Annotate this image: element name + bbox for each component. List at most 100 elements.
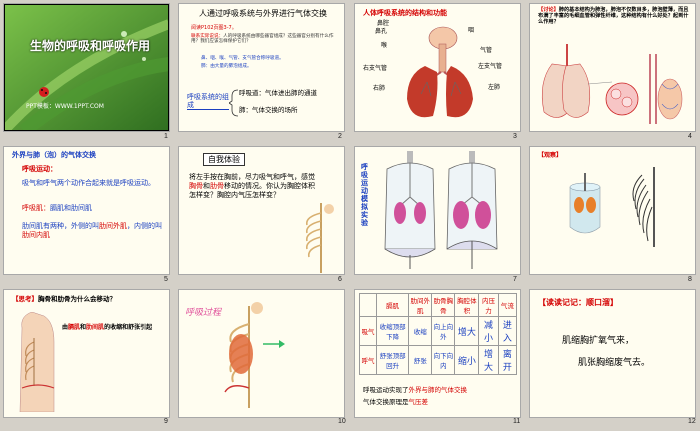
slide-number-3: 3 — [513, 133, 517, 140]
slide-11-footer-1: 呼吸运动实现了外界与肺的气体交换 — [363, 386, 468, 394]
table-cell: 离开 — [497, 345, 518, 375]
slide-1-footer: PPT模板：WWW.1PPT.COM — [26, 103, 104, 110]
slide-number-6: 6 — [338, 276, 342, 283]
slide-11-footer-2: 气体交换原理是气压差 — [363, 398, 429, 406]
table-cell: 增大 — [454, 316, 480, 346]
slide-thumbnail-10[interactable]: 呼吸过程 — [179, 290, 344, 417]
slide-6-t1: 将左手按在胸前，尽力吸气和呼气，感觉 — [189, 173, 315, 181]
slide-3-label-larynx: 喉 — [381, 42, 388, 49]
slide-2-airway: 呼吸道：气体进出肺的通道 — [239, 89, 317, 97]
table-cell: 向上向外 — [431, 316, 456, 346]
slide-thumbnail-6[interactable]: 自我体验 将左手按在胸前，尽力吸气和呼气，感觉胸骨和肋骨移动的情况。你认为胸腔体… — [179, 147, 344, 274]
slide-thumbnail-11[interactable]: 膈肌 肋间外肌 肋骨胸骨 胸腔体积 内压力 气流 吸气 收缩顶部下降 收缩 向上… — [355, 290, 520, 417]
slide-thumbnail-3[interactable]: 人体呼吸系统的结构和功能 鼻腔 鼻孔 咽 喉 气管 右支气管 左支气管 右肺 左… — [355, 4, 520, 131]
slide-11-f4: 气压差 — [408, 398, 429, 406]
slide-3-label-nasal-cavity: 鼻腔 — [377, 20, 390, 27]
table-header-row: 膈肌 肋间外肌 肋骨胸骨 胸腔体积 内压力 气流 — [359, 293, 518, 317]
slide-11-f2: 外界与肺的气体交换 — [408, 386, 468, 394]
table-cell: 舒张顶部回升 — [375, 345, 410, 375]
table-row: 吸气 收缩顶部下降 收缩 向上向外 增大 减小 进入 — [359, 316, 518, 346]
slide-6-t3: 和 — [203, 182, 210, 191]
slide-5-para-2d: 肋间内肌 — [22, 231, 50, 240]
slide-2-bullet-2: 肺：由大量的肺泡组成。 — [201, 64, 252, 69]
slide-9-tag: 【思考】 — [12, 295, 38, 303]
slide-number-9: 9 — [164, 418, 168, 425]
slide-5-para-1: 吸气和呼气两个动作合起来就是呼吸运动。 — [22, 179, 155, 187]
slide-5-heading-2: 呼吸肌：膈肌和肋间肌 — [22, 204, 92, 212]
slide-5-title: 外界与肺（泡）的气体交换 — [12, 151, 96, 159]
slide-3-label-left-bronchus: 左支气管 — [478, 63, 503, 70]
slide-5-heading-2-text: 膈肌和肋间肌 — [50, 204, 92, 212]
slide-5-para-2c: ，内侧的叫 — [127, 222, 162, 230]
table-header: 气流 — [497, 293, 518, 317]
table-header: 胸腔体积 — [454, 293, 480, 317]
slide-5-para-2: 肋间肌有两种，外侧的叫肋间外肌，内侧的叫肋间内肌 — [22, 222, 162, 241]
slide-2-title: 人通过呼吸系统与外界进行气体交换 — [199, 9, 327, 18]
table-header: 膈肌 — [375, 293, 410, 317]
slide-3-label-trachea: 气管 — [480, 47, 493, 54]
slide-9-heading: 【思考】胸骨和肋骨为什么会移动？ — [12, 295, 116, 303]
slide-number-1: 1 — [164, 133, 168, 140]
breathing-comparison-table: 膈肌 肋间外肌 肋骨胸骨 胸腔体积 内压力 气流 吸气 收缩顶部下降 收缩 向上… — [359, 293, 518, 375]
slide-thumbnail-1[interactable]: 生物的呼吸和呼吸作用 PPT模板：WWW.1PPT.COM — [4, 4, 169, 131]
slide-12-line-2: 肌张胸缩废气去。 — [578, 358, 651, 368]
slide-2-lung: 肺：气体交换的场所 — [239, 106, 298, 114]
alveoli-diagram — [541, 44, 683, 124]
table-header: 肋间外肌 — [408, 293, 433, 317]
ribcage-skeleton-image — [305, 203, 334, 273]
slide-1-title: 生物的呼吸和呼吸作用 — [30, 39, 151, 53]
slide-12-line-1: 肌缩胸扩氧气来， — [562, 336, 635, 346]
slide-thumbnail-7[interactable]: 呼吸运动模拟实验 — [355, 147, 520, 274]
observation-model-image — [569, 167, 655, 247]
slide-number-4: 4 — [688, 133, 692, 140]
slide-6-t2: 胸骨 — [189, 182, 203, 191]
slide-12-tag: 【读读记记：顺口溜】 — [538, 298, 618, 307]
slide-2-brace — [229, 89, 239, 117]
slide-11-f3: 气体交换原理是 — [363, 398, 409, 406]
slide-9-a4: 肋间肌 — [86, 324, 105, 331]
slide-11-f1: 呼吸运动实现了 — [363, 386, 409, 394]
slide-5-heading-1: 呼吸运动： — [22, 165, 57, 173]
slide-number-7: 7 — [513, 276, 517, 283]
slide-thumbnail-9[interactable]: 【思考】胸骨和肋骨为什么会移动？ 由膈肌和肋间肌的收缩和舒张引起 — [4, 290, 169, 417]
slide-9-answer: 由膈肌和肋间肌的收缩和舒张引起 — [62, 324, 162, 332]
slide-3-label-pharynx: 咽 — [468, 27, 475, 34]
bell-jar-experiment — [384, 151, 498, 269]
slide-2-subtitle: 阅读P102页图3-7。 — [191, 25, 237, 31]
slide-number-11: 11 — [513, 418, 521, 425]
ladybug-icon — [39, 87, 49, 97]
slide-thumbnail-4[interactable]: 【讨论】肺的基本结构为肺泡，肺泡不仅数目多，肺泡壁薄，而且布满了丰富的毛细血管和… — [530, 4, 695, 131]
slide-6-t4: 肋骨 — [210, 182, 224, 191]
slide-5-para-2a: 肋间肌有两种，外侧的叫 — [22, 222, 99, 230]
breathing-process-skeleton — [224, 302, 285, 408]
table-header: 内压力 — [478, 293, 499, 317]
slide-number-2: 2 — [338, 133, 342, 140]
body-cross-section-image — [19, 312, 55, 412]
slide-5-para-2b: 肋间外肌 — [99, 222, 127, 230]
slide-10-title: 呼吸过程 — [185, 308, 222, 318]
row-label-inhale: 吸气 — [359, 316, 377, 346]
slide-thumbnail-8[interactable]: 【观察】 — [530, 147, 695, 274]
slide-sorter-grid: 生物的呼吸和呼吸作用 PPT模板：WWW.1PPT.COM 1 人通过呼吸系统与… — [0, 0, 700, 431]
table-cell: 收缩顶部下降 — [375, 316, 410, 346]
table-cell: 增大 — [478, 345, 499, 375]
slide-thumbnail-12[interactable]: 【读读记记：顺口溜】 肌缩胸扩氧气来， 肌张胸缩废气去。 — [530, 290, 695, 417]
slide-2-question: 联系实际说说：人的呼吸系统由哪些器官组成？这些器官分别有什么作用？我们应该怎样保… — [191, 34, 341, 45]
slide-3-label-left-lung: 左肺 — [488, 84, 501, 91]
slide-thumbnail-5[interactable]: 外界与肺（泡）的气体交换 呼吸运动： 吸气和呼气两个动作合起来就是呼吸运动。 呼… — [4, 147, 169, 274]
table-header: 肋骨胸骨 — [431, 293, 456, 317]
slide-thumbnail-2[interactable]: 人通过呼吸系统与外界进行气体交换 阅读P102页图3-7。 联系实际说说：人的呼… — [179, 4, 344, 131]
table-cell: 进入 — [497, 316, 518, 346]
table-row: 呼气 舒张顶部回升 舒张 向下向内 缩小 增大 离开 — [359, 345, 518, 375]
slide-number-8: 8 — [688, 276, 692, 283]
slide-5-heading-2-label: 呼吸肌： — [22, 204, 50, 212]
table-cell: 舒张 — [408, 345, 433, 375]
slide-2-bullet-1: 鼻、咽、喉、气管、支气管合称呼吸道。 — [201, 56, 284, 61]
slide-9-question: 胸骨和肋骨为什么会移动？ — [38, 295, 116, 303]
slide-6-text: 将左手按在胸前，尽力吸气和呼气，感觉胸骨和肋骨移动的情况。你认为胸腔体积怎样变？… — [189, 173, 319, 200]
slide-9-a5: 的收缩和舒张引起 — [104, 324, 153, 331]
table-cell: 减小 — [478, 316, 499, 346]
slide-1-background — [4, 4, 169, 131]
slide-number-5: 5 — [164, 276, 168, 283]
row-label-exhale: 呼气 — [359, 345, 377, 375]
